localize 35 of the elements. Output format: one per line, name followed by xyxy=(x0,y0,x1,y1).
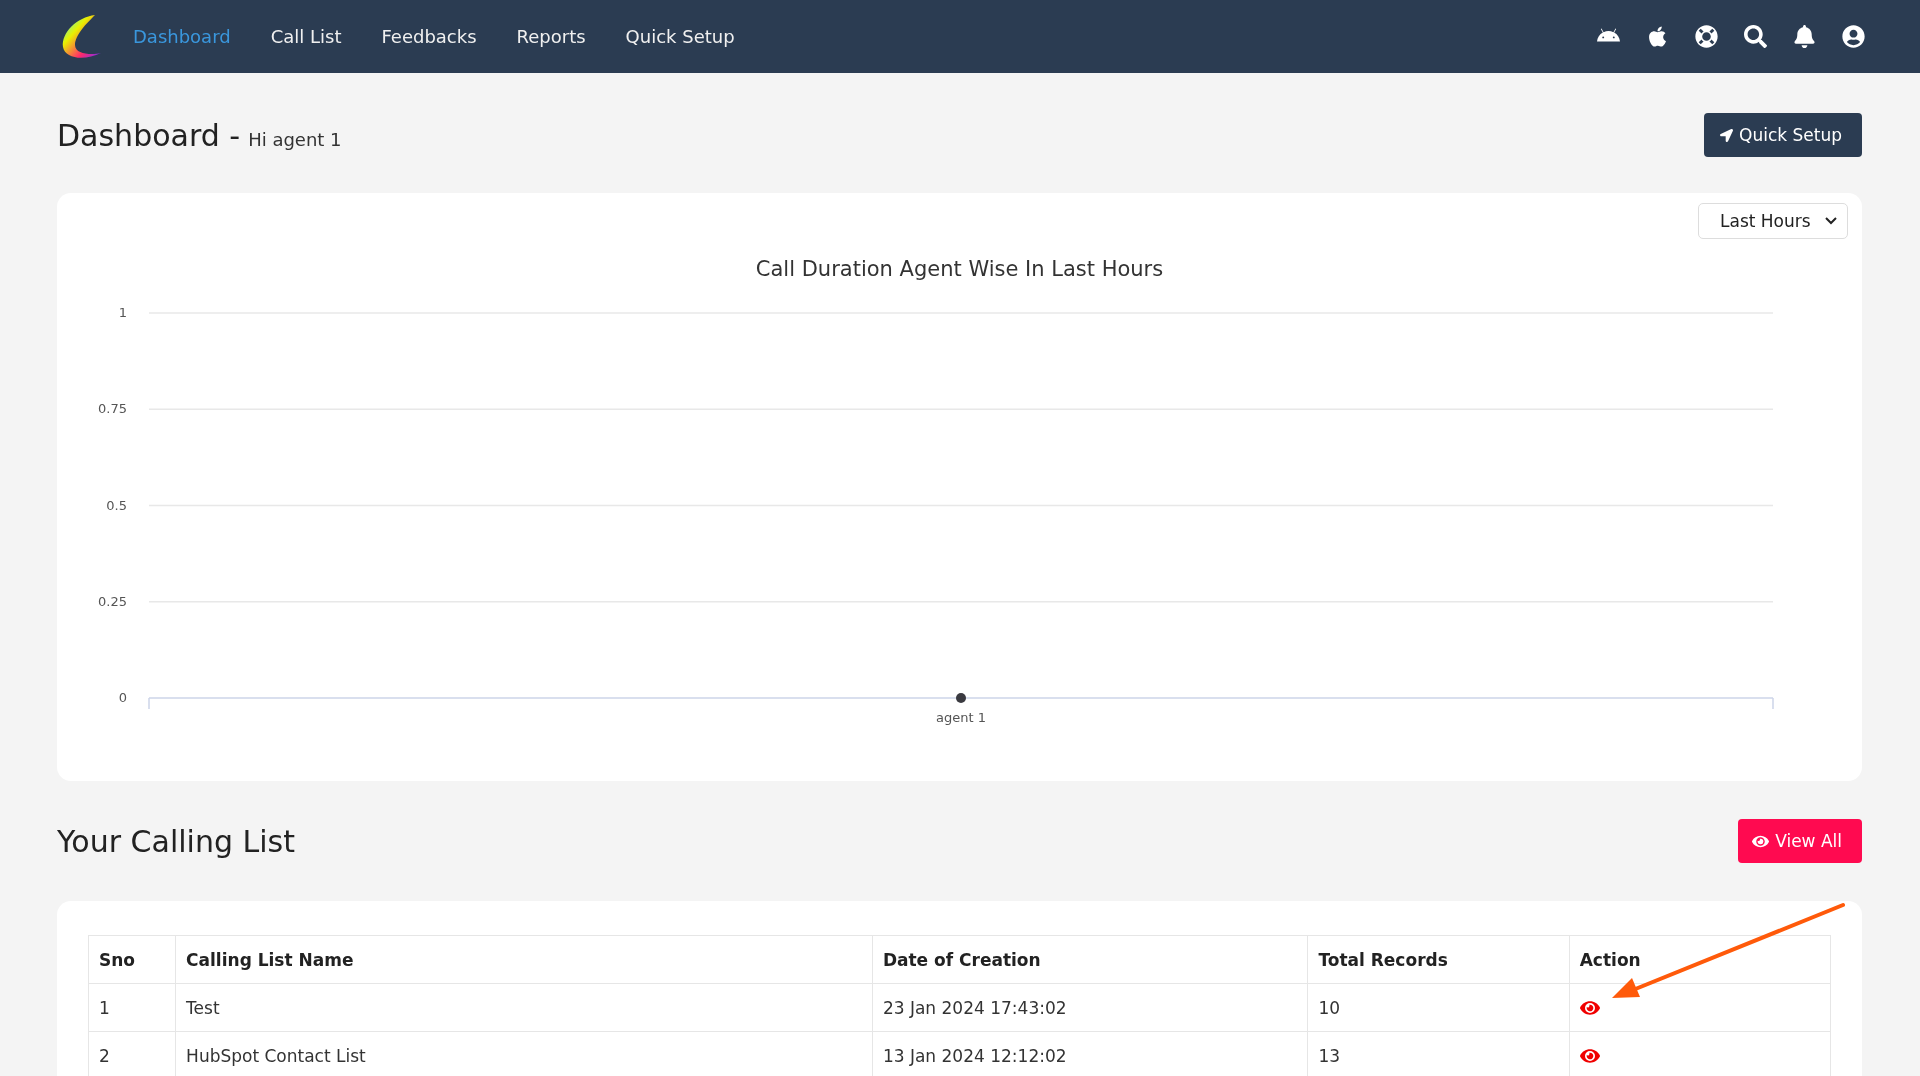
search-icon[interactable] xyxy=(1744,25,1767,48)
chevron-down-icon xyxy=(1825,217,1837,225)
table-cell: 23 Jan 2024 17:43:02 xyxy=(872,983,1308,1032)
quick-setup-button[interactable]: Quick Setup xyxy=(1704,113,1862,157)
apple-icon[interactable] xyxy=(1646,25,1669,48)
y-tick-label: 0.75 xyxy=(98,401,127,417)
table-cell: 1 xyxy=(88,983,176,1032)
y-tick-label: 1 xyxy=(118,305,127,320)
column-header: Date of Creation xyxy=(872,935,1308,984)
y-tick-label: 0.5 xyxy=(106,497,127,513)
location-arrow-icon xyxy=(1720,128,1734,142)
column-header: Sno xyxy=(88,935,176,984)
view-all-button[interactable]: View All xyxy=(1738,819,1862,863)
column-header: Calling List Name xyxy=(175,935,873,984)
table-cell: 10 xyxy=(1307,983,1570,1032)
y-tick-label: 0.25 xyxy=(98,593,127,609)
x-tick-label: agent 1 xyxy=(936,710,986,725)
user-icon[interactable] xyxy=(1842,25,1865,48)
period-select[interactable]: Last Hours xyxy=(1698,203,1848,239)
column-header: Action xyxy=(1569,935,1831,984)
nav-link[interactable]: Call List xyxy=(270,26,342,47)
table-cell: 2 xyxy=(88,1031,176,1076)
lifebuoy-icon[interactable] xyxy=(1695,25,1718,48)
y-tick-label: 0 xyxy=(118,690,127,705)
chart-title: Call Duration Agent Wise In Last Hours xyxy=(754,257,1165,281)
nav-link[interactable]: Feedbacks xyxy=(381,26,477,47)
greeting-text: Hi agent 1 xyxy=(248,128,342,150)
nav-link[interactable]: Dashboard xyxy=(133,26,231,47)
column-header: Total Records xyxy=(1307,935,1570,984)
nav-link[interactable]: Reports xyxy=(516,26,586,47)
section-title: Your Calling List xyxy=(57,823,295,859)
table-cell: Test xyxy=(175,983,873,1032)
nav-link[interactable]: Quick Setup xyxy=(625,26,735,47)
page-title: Dashboard - xyxy=(57,117,241,153)
bell-icon[interactable] xyxy=(1793,25,1816,48)
